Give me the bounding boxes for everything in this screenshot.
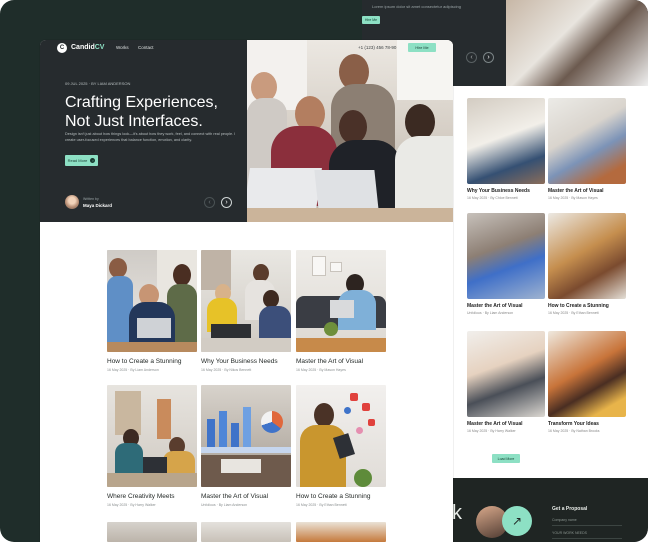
logo-text[interactable]: CandidCV [71,44,104,51]
footer-field-line[interactable] [552,538,622,539]
article-image [107,385,197,487]
background-card-title: How to Create a Stunning [548,303,609,309]
article-card[interactable]: How to Create a Stunning 16 May 2025 · B… [107,250,197,372]
background-card[interactable]: Why Your Business Needs 16 May 2025 · By… [467,98,545,200]
article-image [107,522,197,542]
author-avatar [65,195,79,209]
background-card[interactable]: Master the Art of Visual Unfolious · By … [467,213,545,315]
background-card-meta: Unfolious · By Liam Anderson [467,311,514,315]
article-title: Master the Art of Visual [296,358,364,365]
hero-section: 09 JUL 2025 · BY LIAM ANDERSON Crafting … [40,40,453,222]
front-page: 09 JUL 2025 · BY LIAM ANDERSON Crafting … [40,40,453,542]
background-card-meta: 16 May 2025 · By Chloe Bennett [467,196,518,200]
top-nav: C CandidCV Works Contact +1 (123) 456 78… [40,40,453,58]
background-card-meta: 16 May 2025 · By Mason Hayes [548,196,598,200]
article-card[interactable] [201,522,291,542]
hire-me-button[interactable]: Hire Me [408,43,436,52]
hero-meta: 09 JUL 2025 · BY LIAM ANDERSON [65,81,131,86]
article-card[interactable]: How to Create a Stunning 16 May 2025 · B… [296,385,386,507]
author-name: Maya Dickard [83,203,113,208]
article-image [296,522,386,542]
read-more-label: Read More [67,158,88,163]
article-image [107,250,197,352]
article-image [201,250,291,352]
article-meta: 16 May 2025 · By Harry Walker [107,503,156,507]
hero-image [247,40,453,222]
article-meta: Unfolious · By Liam Anderson [201,503,248,507]
article-card[interactable] [296,522,386,542]
article-card[interactable]: Where Creativity Meets 16 May 2025 · By … [107,385,197,507]
article-image [201,522,291,542]
nav-link-contact[interactable]: Contact [138,45,154,50]
logo-icon[interactable]: C [57,43,67,53]
hero-next-icon[interactable]: › [221,197,232,208]
page-canvas: Lorem ipsum dolor sit amet consectetur a… [0,0,648,542]
footer-field-line[interactable] [552,525,622,526]
article-card[interactable] [107,522,197,542]
written-by-label: Written by [83,197,99,201]
background-card[interactable]: Transform Your Ideas 16 May 2025 · By Na… [548,331,626,433]
background-card-meta: 16 May 2025 · By Ethan Bennett [548,311,599,315]
hero-title-line: Not Just Interfaces. [65,113,203,130]
logo-word: Candid [71,44,95,51]
article-image [201,385,291,487]
article-title: How to Create a Stunning [296,493,371,500]
hero-title-line: Crafting Experiences, [65,94,218,111]
hero-description: Design isn't just about how things look—… [65,132,236,142]
nav-phone[interactable]: +1 (123) 456 78-90 [358,45,396,50]
background-card-image [548,331,626,417]
footer-field-label: Company name [552,518,577,522]
background-hire-button[interactable]: Hire Me [362,16,380,24]
article-meta: 16 May 2025 · By Mason Hayes [296,368,346,372]
article-meta: 16 May 2025 · By Ethan Bennett [296,503,347,507]
read-more-button[interactable]: Read More › [65,155,98,166]
article-title: Why Your Business Needs [201,358,278,365]
background-card-meta: 16 May 2025 · By Harry Walker [467,429,516,433]
background-card-title: Master the Art of Visual [548,188,604,194]
article-image [296,250,386,352]
article-meta: 16 May 2025 · By Liam Anderson [107,368,159,372]
footer-field-label: YOUR WORK NEEDS [552,531,588,535]
background-card[interactable]: How to Create a Stunning 16 May 2025 · B… [548,213,626,315]
load-more-button[interactable]: Load More [492,454,520,463]
hero-prev-icon[interactable]: ‹ [204,197,215,208]
article-image [296,385,386,487]
footer-arrow-icon[interactable]: ↗ [502,506,532,536]
footer-heading-fragment: k [452,502,462,524]
logo-accent: CV [94,44,105,51]
background-card-image [467,213,545,299]
background-card-image [467,98,545,184]
arrow-right-icon: › [90,157,96,163]
hero-panel: 09 JUL 2025 · BY LIAM ANDERSON Crafting … [40,40,247,222]
background-card-image [548,98,626,184]
article-title: Where Creativity Meets [107,493,175,500]
background-card-title: Transform Your Ideas [548,421,599,427]
background-card-image [467,331,545,417]
background-prev-icon[interactable]: ‹ [466,52,477,63]
background-card-title: Master the Art of Visual [467,421,523,427]
background-next-icon[interactable]: › [483,52,494,63]
footer-proposal-heading: Get a Proposal [552,506,588,512]
article-title: Master the Art of Visual [201,493,269,500]
background-card-meta: 16 May 2025 · By Nathan Brooks [548,429,600,433]
nav-link-works[interactable]: Works [116,45,129,50]
background-card[interactable]: Master the Art of Visual 16 May 2025 · B… [548,98,626,200]
hero-title: Crafting Experiences, Not Just Interface… [65,93,245,131]
article-meta: 16 May 2025 · By Nikos Bennett [201,368,252,372]
background-hero-text: Lorem ipsum dolor sit amet consectetur a… [372,4,461,9]
article-card[interactable]: Master the Art of Visual Unfolious · By … [201,385,291,507]
background-hero-image [506,0,648,86]
article-card[interactable]: Why Your Business Needs 16 May 2025 · By… [201,250,291,372]
background-card-title: Master the Art of Visual [467,303,523,309]
article-card[interactable]: Master the Art of Visual 16 May 2025 · B… [296,250,386,372]
background-card-title: Why Your Business Needs [467,188,530,194]
background-card[interactable]: Master the Art of Visual 16 May 2025 · B… [467,331,545,433]
background-card-image [548,213,626,299]
article-title: How to Create a Stunning [107,358,182,365]
